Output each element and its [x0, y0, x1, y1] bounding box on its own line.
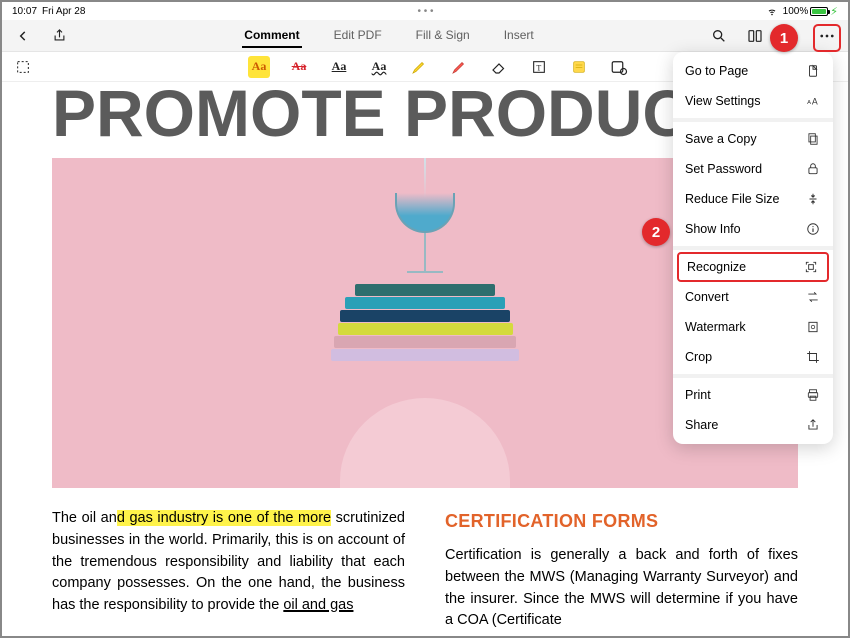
tab-fill-sign[interactable]: Fill & Sign	[414, 24, 472, 48]
lock-icon	[805, 161, 821, 177]
compress-icon	[805, 191, 821, 207]
stamp-tool[interactable]	[608, 56, 630, 78]
battery-indicator: 100% ⚡︎	[783, 5, 838, 18]
tab-comment[interactable]: Comment	[242, 24, 301, 48]
menu-go-to-page[interactable]: Go to Page	[673, 56, 833, 86]
note-tool[interactable]	[568, 56, 590, 78]
marker-yellow-tool[interactable]	[408, 56, 430, 78]
eraser-tool[interactable]	[488, 56, 510, 78]
selection-tool[interactable]	[12, 56, 34, 78]
menu-convert[interactable]: Convert	[673, 282, 833, 312]
status-pill: • • •	[418, 6, 434, 17]
text-size-icon: AA	[805, 93, 821, 109]
menu-watermark[interactable]: Watermark	[673, 312, 833, 342]
navbar: Comment Edit PDF Fill & Sign Insert	[2, 20, 848, 52]
svg-text:A: A	[807, 100, 811, 106]
crop-icon	[805, 349, 821, 365]
menu-recognize[interactable]: Recognize	[677, 252, 829, 282]
status-time: 10:07	[12, 6, 37, 17]
menu-print[interactable]: Print	[673, 380, 833, 410]
underline-tool[interactable]: Aa	[328, 56, 350, 78]
ocr-icon	[803, 259, 819, 275]
highlighted-text: d gas industry is one of the more	[117, 510, 331, 526]
page-icon	[805, 63, 821, 79]
wifi-icon	[766, 7, 778, 16]
strikethrough-tool[interactable]: Aa	[288, 56, 310, 78]
status-date: Fri Apr 28	[42, 6, 85, 17]
tab-insert[interactable]: Insert	[502, 24, 536, 48]
menu-save-copy[interactable]: Save a Copy	[673, 124, 833, 154]
highlight-tool[interactable]: Aa	[248, 56, 270, 78]
charging-icon: ⚡︎	[830, 5, 838, 18]
share-top-button[interactable]	[46, 23, 72, 49]
textbox-tool[interactable]: T	[528, 56, 550, 78]
more-menu: Go to Page View Settings AA Save a Copy …	[673, 52, 833, 444]
tab-edit-pdf[interactable]: Edit PDF	[332, 24, 384, 48]
copy-icon	[805, 131, 821, 147]
print-icon	[805, 387, 821, 403]
callout-1: 1	[770, 24, 798, 52]
callout-2: 2	[642, 218, 670, 246]
squiggly-tool[interactable]: Aa	[368, 56, 390, 78]
convert-icon	[805, 289, 821, 305]
menu-crop[interactable]: Crop	[673, 342, 833, 372]
back-button[interactable]	[10, 23, 36, 49]
share-icon	[805, 417, 821, 433]
search-button[interactable]	[706, 23, 732, 49]
mode-tabs: Comment Edit PDF Fill & Sign Insert	[242, 24, 535, 48]
highlight-box-more	[813, 24, 841, 52]
annotated-text: oil and gas	[283, 597, 353, 613]
body-right-column: CERTIFICATION FORMS Certification is gen…	[445, 508, 798, 632]
battery-icon	[810, 7, 828, 16]
body-left-column: The oil and gas industry is one of the m…	[52, 508, 405, 632]
watermark-icon	[805, 319, 821, 335]
marker-red-tool[interactable]	[448, 56, 470, 78]
section-heading: CERTIFICATION FORMS	[445, 508, 798, 535]
menu-view-settings[interactable]: View Settings AA	[673, 86, 833, 116]
svg-text:T: T	[536, 63, 541, 72]
info-icon	[805, 221, 821, 237]
panels-button[interactable]	[742, 23, 768, 49]
svg-text:A: A	[812, 97, 818, 107]
status-bar: 10:07 Fri Apr 28 • • • 100% ⚡︎	[2, 2, 848, 20]
menu-share[interactable]: Share	[673, 410, 833, 440]
menu-reduce-size[interactable]: Reduce File Size	[673, 184, 833, 214]
menu-show-info[interactable]: Show Info	[673, 214, 833, 244]
menu-set-password[interactable]: Set Password	[673, 154, 833, 184]
